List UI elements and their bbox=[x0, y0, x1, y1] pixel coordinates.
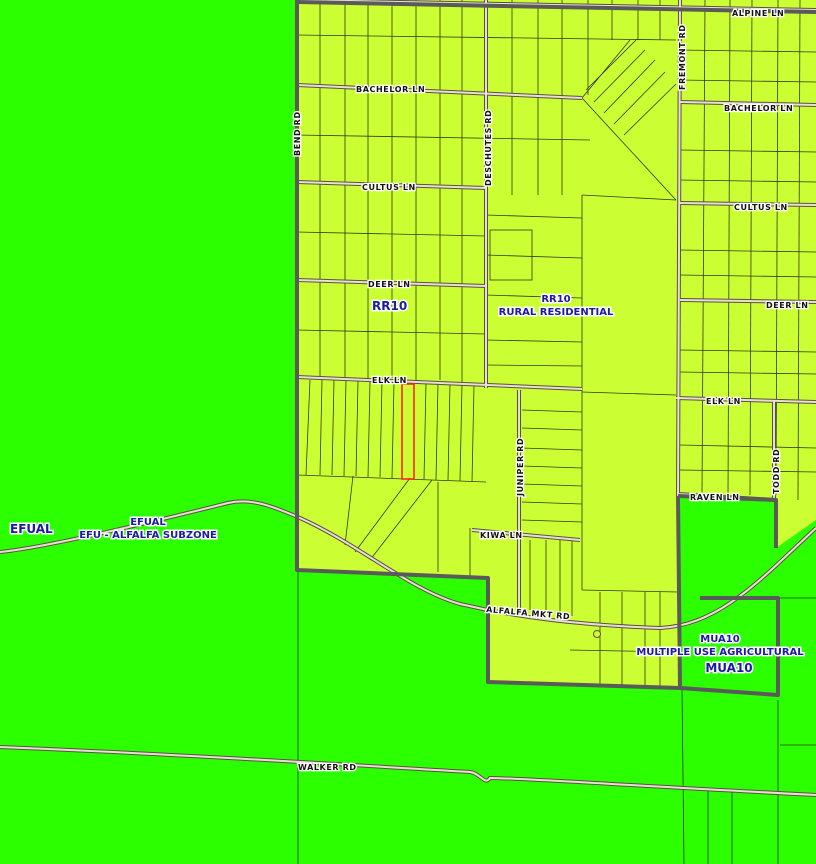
road-label-elk-ln-east: ELK LN bbox=[706, 397, 741, 406]
road-label-alpine-ln: ALPINE LN bbox=[732, 9, 784, 18]
road-label-elk-ln-west: ELK LN bbox=[372, 376, 407, 385]
road-label-kiwa-ln: KIWA LN bbox=[480, 531, 523, 540]
zone-label-rr10-short: RR10 bbox=[372, 299, 407, 313]
zone-label-rr10-name: RURAL RESIDENTIAL bbox=[499, 307, 614, 318]
zone-label-efual-code: EFUAL bbox=[130, 517, 166, 528]
zone-label-rr10-code: RR10 bbox=[541, 294, 570, 305]
zone-label-efual-name: EFU - ALFALFA SUBZONE bbox=[79, 530, 217, 541]
road-label-raven-ln: RAVEN LN bbox=[690, 493, 740, 502]
zone-label-mua10-code: MUA10 bbox=[700, 634, 739, 645]
road-label-cultus-ln-east: CULTUS LN bbox=[734, 203, 788, 212]
road-label-bachelor-ln-east: BACHELOR LN bbox=[724, 104, 793, 113]
road-label-juniper-rd: JUNIPER RD bbox=[516, 438, 525, 497]
road-label-walker-rd: WALKER RD bbox=[298, 763, 357, 772]
road-label-bachelor-ln-west: BACHELOR LN bbox=[356, 85, 425, 94]
zone-label-mua10-short: MUA10 bbox=[705, 661, 752, 675]
road-label-bend-rd: BEND RD bbox=[293, 111, 302, 156]
road-label-deschutes-rd: DESCHUTES RD bbox=[484, 110, 493, 186]
road-label-fremont-rd: FREMONT RD bbox=[678, 24, 687, 90]
zone-label-efual-short: EFUAL bbox=[10, 522, 53, 536]
road-label-deer-ln-west: DEER LN bbox=[368, 280, 411, 289]
zoning-map[interactable]: ALPINE LN BACHELOR LN BACHELOR LN FREMON… bbox=[0, 0, 816, 864]
road-label-todd-rd: TODD RD bbox=[772, 449, 781, 494]
road-label-cultus-ln-west: CULTUS LN bbox=[362, 183, 416, 192]
road-label-deer-ln-east: DEER LN bbox=[766, 301, 809, 310]
zone-label-mua10-name: MULTIPLE USE AGRICULTURAL bbox=[636, 647, 804, 658]
